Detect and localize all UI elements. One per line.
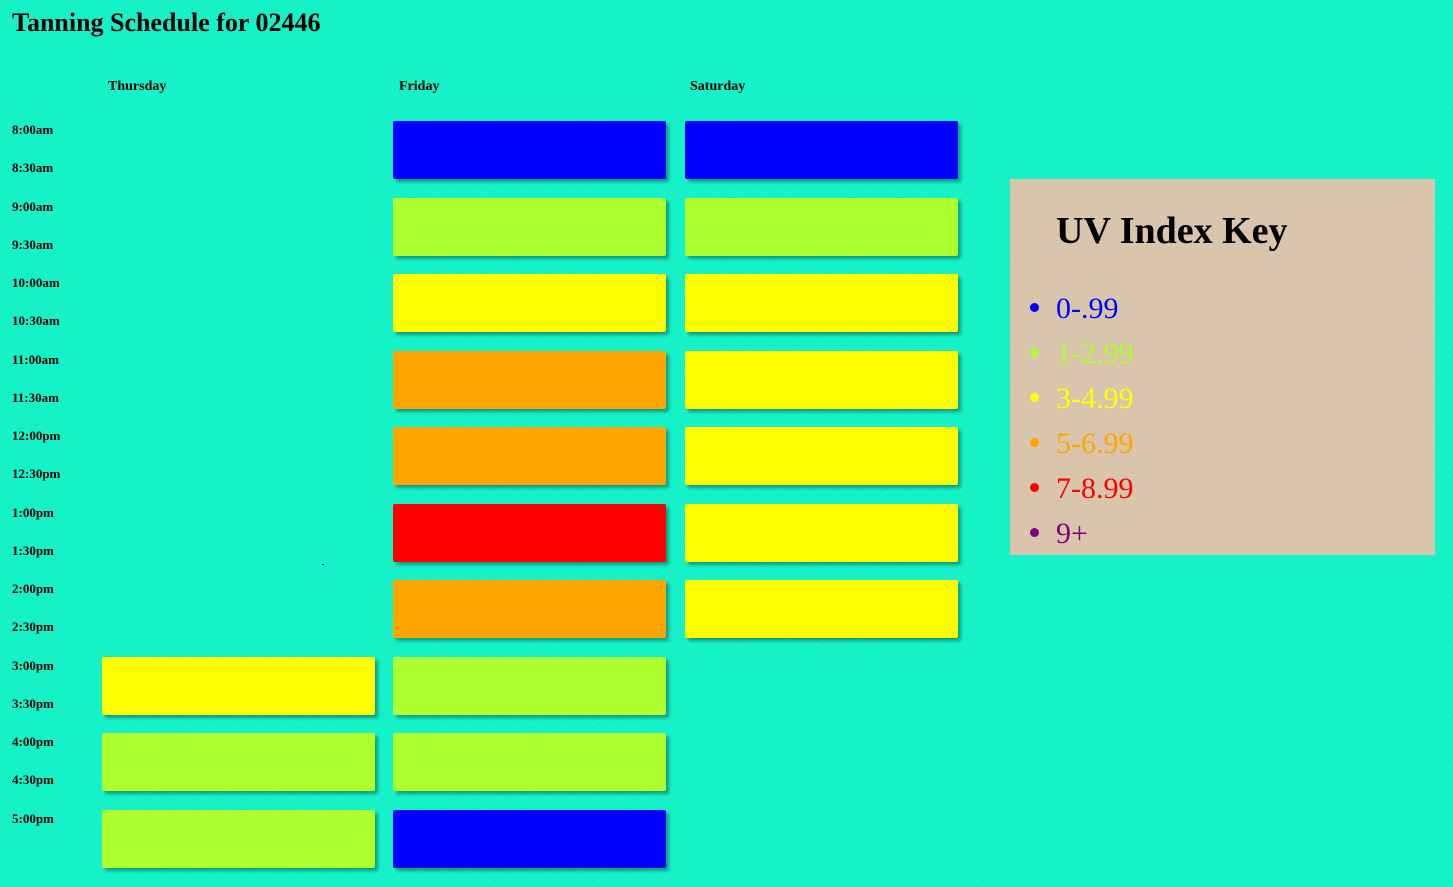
bullet-icon [1030,483,1039,492]
legend-label: 3-4.99 [1056,382,1134,415]
legend-label: 7-8.99 [1056,472,1134,505]
page-title: Tanning Schedule for 02446 [12,8,321,37]
bullet-icon [1030,348,1039,357]
time-label: 5:00pm [12,810,54,826]
uv-slot-saturday [685,274,958,332]
day-header-friday: Friday [399,79,440,94]
time-label: 1:30pm [12,542,54,558]
legend-label: 1-2.99 [1056,337,1134,370]
uv-slot-friday [393,503,666,562]
uv-slot-friday [393,809,666,868]
uv-slot-friday [393,580,666,638]
time-label: 3:00pm [12,657,54,673]
uv-slot-saturday [685,121,958,179]
time-label: 8:00am [12,122,54,137]
uv-index-key: UV Index Key 0-.99 1-2.99 3-4.99 5-6.99 … [1010,179,1435,555]
time-label: 8:30am [12,160,54,176]
time-label: 2:30pm [12,619,54,635]
time-label: 10:30am [12,313,60,329]
legend-list: 0-.99 1-2.99 3-4.99 5-6.99 7-8.99 9+ [1010,286,1134,556]
uv-slot-friday [393,733,666,791]
time-label: 11:30am [12,389,59,405]
time-label: 4:30pm [12,772,54,788]
uv-slot-saturday [685,580,958,638]
legend-item-3: 5-6.99 [1010,421,1134,466]
day-header-thursday: Thursday [108,79,167,94]
stray-mark [322,564,324,565]
uv-slot-saturday [685,197,958,256]
uv-slot-thursday [102,809,375,868]
legend-item-4: 7-8.99 [1010,466,1134,511]
time-label: 10:00am [12,275,60,290]
legend-label: 5-6.99 [1056,427,1134,460]
legend-item-1: 1-2.99 [1010,331,1134,376]
bullet-icon [1030,528,1039,537]
uv-slot-friday [393,197,666,256]
uv-slot-thursday [102,656,375,715]
uv-slot-friday [393,121,666,179]
time-label: 3:30pm [12,695,54,711]
bullet-icon [1030,393,1039,402]
time-label: 2:00pm [12,581,54,596]
uv-slot-thursday [102,733,375,791]
legend-title: UV Index Key [1056,210,1288,252]
legend-item-5: 9+ [1010,511,1134,556]
uv-slot-saturday [685,503,958,562]
time-label: 9:30am [12,236,54,252]
time-label: 12:30pm [12,466,61,482]
uv-slot-friday [393,350,666,409]
uv-slot-friday [393,656,666,715]
legend-label: 9+ [1056,517,1088,550]
legend-item-0: 0-.99 [1010,286,1134,331]
legend-item-2: 3-4.99 [1010,376,1134,421]
time-label: 11:00am [12,351,59,367]
uv-slot-saturday [685,350,958,409]
bullet-icon [1030,303,1039,312]
uv-slot-friday [393,427,666,485]
time-label: 12:00pm [12,428,61,443]
day-header-saturday: Saturday [690,79,746,94]
uv-slot-saturday [685,427,958,485]
time-label: 1:00pm [12,504,54,520]
legend-label: 0-.99 [1056,292,1119,325]
time-label: 9:00am [12,198,54,214]
time-label: 4:00pm [12,734,54,749]
bullet-icon [1030,438,1039,447]
uv-slot-friday [393,274,666,332]
